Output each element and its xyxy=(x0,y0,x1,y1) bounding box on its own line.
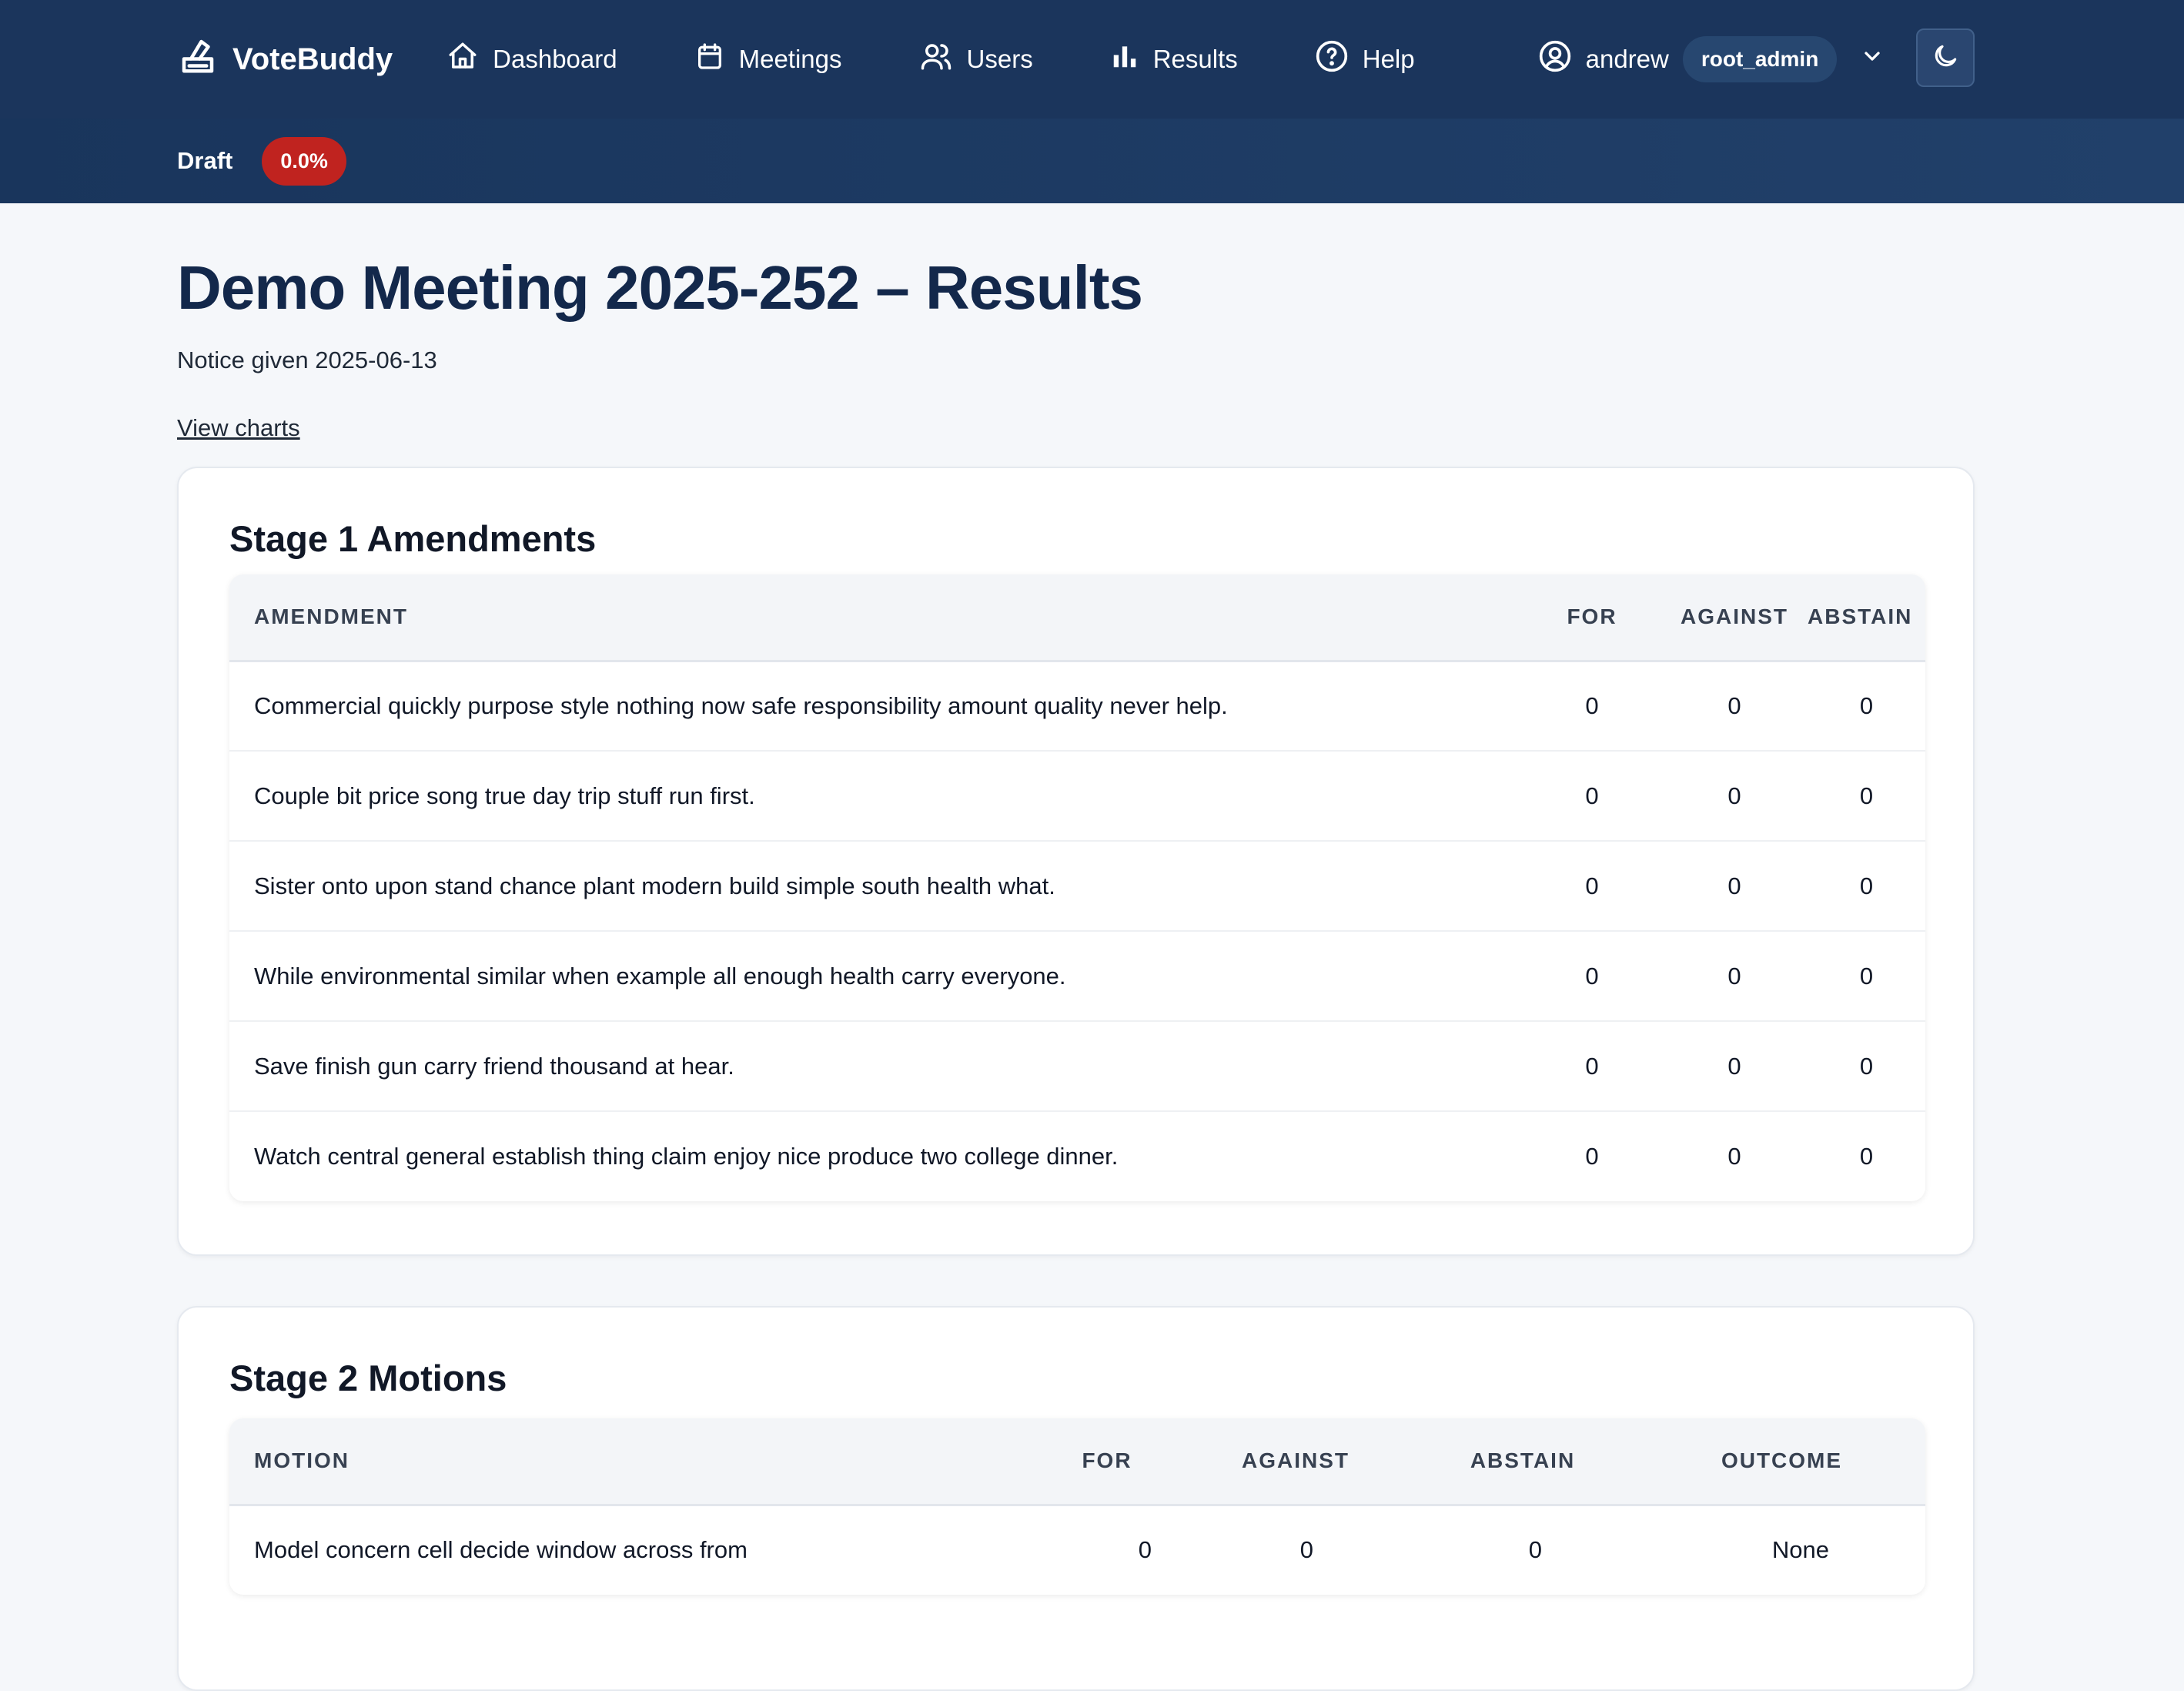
stage1-table: AMENDMENT FOR AGAINST ABSTAIN Commercial… xyxy=(229,574,1925,1201)
table-row: Model concern cell decide window across … xyxy=(229,1505,1925,1595)
amendment-text: Commercial quickly purpose style nothing… xyxy=(229,661,1523,752)
abstain-count: 0 xyxy=(1808,841,1925,932)
table-row: Save finish gun carry friend thousand at… xyxy=(229,1021,1925,1112)
brand-name: VoteBuddy xyxy=(232,42,393,76)
col-outcome: OUTCOME xyxy=(1638,1418,1925,1506)
ballot-box-icon xyxy=(177,35,219,84)
for-count: 0 xyxy=(1523,841,1661,932)
nav-users[interactable]: Users xyxy=(919,40,1033,79)
view-charts-link[interactable]: View charts xyxy=(177,414,300,442)
against-count: 0 xyxy=(1299,1536,1313,1564)
table-row: Watch central general establish thing cl… xyxy=(229,1111,1925,1201)
stage1-card: Stage 1 Amendments AMENDMENT FOR AGAINST… xyxy=(177,467,1975,1256)
table-row: Sister onto upon stand chance plant mode… xyxy=(229,841,1925,932)
theme-toggle-button[interactable] xyxy=(1916,28,1975,87)
for-count: 0 xyxy=(1523,1021,1661,1112)
table-row: Commercial quickly purpose style nothing… xyxy=(229,661,1925,752)
col-abstain: ABSTAIN xyxy=(1407,1418,1638,1506)
against-count: 0 xyxy=(1727,1143,1741,1170)
against-count: 0 xyxy=(1661,1021,1808,1112)
abstain-count: 0 xyxy=(1808,751,1925,842)
stage2-title: Stage 2 Motions xyxy=(229,1358,507,1398)
nav-dashboard[interactable]: Dashboard xyxy=(446,40,617,79)
nav-help[interactable]: Help xyxy=(1315,39,1415,79)
abstain-count: 0 xyxy=(1808,931,1925,1022)
table-row: While environmental similar when example… xyxy=(229,931,1925,1022)
against-count: 0 xyxy=(1661,751,1808,842)
nav-users-label: Users xyxy=(966,45,1033,73)
stage2-card: Stage 2 Motions MOTION FOR AGAINST ABSTA… xyxy=(177,1306,1975,1691)
outcome-value: None xyxy=(1771,1536,1829,1564)
for-count: 0 xyxy=(1585,1143,1599,1170)
calendar-icon xyxy=(694,40,725,79)
chevron-down-icon[interactable] xyxy=(1860,44,1885,75)
table-header-row: AMENDMENT FOR AGAINST ABSTAIN xyxy=(229,574,1925,662)
against-count: 0 xyxy=(1661,661,1808,752)
username: andrew xyxy=(1585,45,1669,73)
for-count: 0 xyxy=(1523,661,1661,752)
amendment-text: Save finish gun carry friend thousand at… xyxy=(229,1021,1523,1112)
col-motion: MOTION xyxy=(229,1418,1030,1506)
abstain-count: 0 xyxy=(1859,1143,1874,1170)
nav-results[interactable]: Results xyxy=(1110,40,1238,79)
abstain-count: 0 xyxy=(1528,1536,1542,1564)
main-content: Demo Meeting 2025-252 – Results Notice g… xyxy=(177,203,1975,1691)
top-navbar: VoteBuddy Dashboard Meetings Users Resul… xyxy=(0,0,2184,119)
status-bar: Draft 0.0% xyxy=(0,119,2184,203)
amendment-text: Watch central general establish thing cl… xyxy=(254,1143,1119,1170)
col-for: FOR xyxy=(1030,1418,1184,1506)
status-label: Draft xyxy=(177,147,233,174)
against-count: 0 xyxy=(1661,841,1808,932)
amendment-text: While environmental similar when example… xyxy=(229,931,1523,1022)
users-icon xyxy=(919,40,953,79)
help-circle-icon xyxy=(1315,39,1349,79)
table-header-row: MOTION FOR AGAINST ABSTAIN OUTCOME xyxy=(229,1418,1925,1506)
notice-text: Notice given 2025-06-13 xyxy=(177,347,437,373)
stage2-table: MOTION FOR AGAINST ABSTAIN OUTCOME Model… xyxy=(229,1418,1925,1595)
nav-help-label: Help xyxy=(1362,45,1415,73)
for-count: 0 xyxy=(1523,931,1661,1022)
abstain-count: 0 xyxy=(1808,1021,1925,1112)
bar-chart-icon xyxy=(1110,40,1139,79)
nav-results-label: Results xyxy=(1152,45,1238,73)
col-for: FOR xyxy=(1523,574,1661,662)
for-count: 0 xyxy=(1523,751,1661,842)
page-title: Demo Meeting 2025-252 – Results xyxy=(177,253,1143,322)
col-amendment: AMENDMENT xyxy=(229,574,1523,662)
home-icon xyxy=(446,40,479,79)
col-against: AGAINST xyxy=(1661,574,1808,662)
moon-icon xyxy=(1931,42,1960,75)
progress-badge: 0.0% xyxy=(262,136,346,186)
stage1-title: Stage 1 Amendments xyxy=(229,518,597,559)
user-menu[interactable]: andrew root_admin xyxy=(1538,36,1885,82)
col-abstain: ABSTAIN xyxy=(1808,574,1925,662)
against-count: 0 xyxy=(1661,931,1808,1022)
nav-dashboard-label: Dashboard xyxy=(493,45,617,73)
abstain-count: 0 xyxy=(1808,661,1925,752)
nav-meetings[interactable]: Meetings xyxy=(694,40,842,79)
for-count: 0 xyxy=(1138,1536,1152,1564)
amendment-text: Couple bit price song true day trip stuf… xyxy=(229,751,1523,842)
user-circle-icon xyxy=(1538,39,1572,79)
table-row: Couple bit price song true day trip stuf… xyxy=(229,751,1925,842)
motion-text: Model concern cell decide window across … xyxy=(254,1536,748,1564)
role-badge: root_admin xyxy=(1682,36,1838,82)
col-against: AGAINST xyxy=(1184,1418,1407,1506)
nav-meetings-label: Meetings xyxy=(738,45,842,73)
amendment-text: Sister onto upon stand chance plant mode… xyxy=(229,841,1523,932)
brand-link[interactable]: VoteBuddy xyxy=(177,35,393,84)
